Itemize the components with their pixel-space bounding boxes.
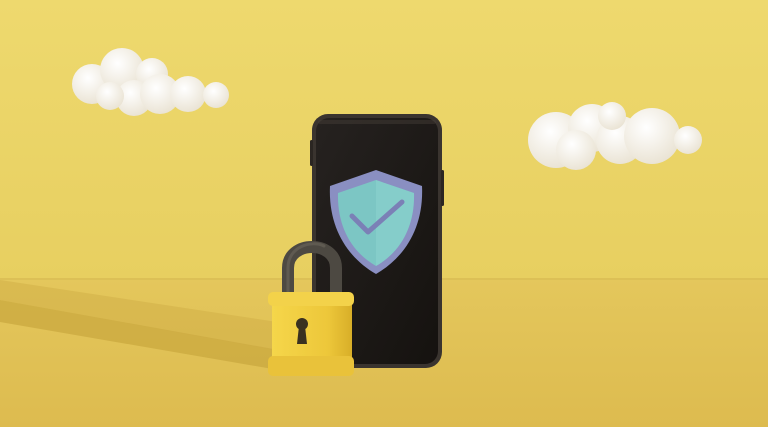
scene-illustration <box>0 0 768 427</box>
security-scene <box>0 0 768 427</box>
